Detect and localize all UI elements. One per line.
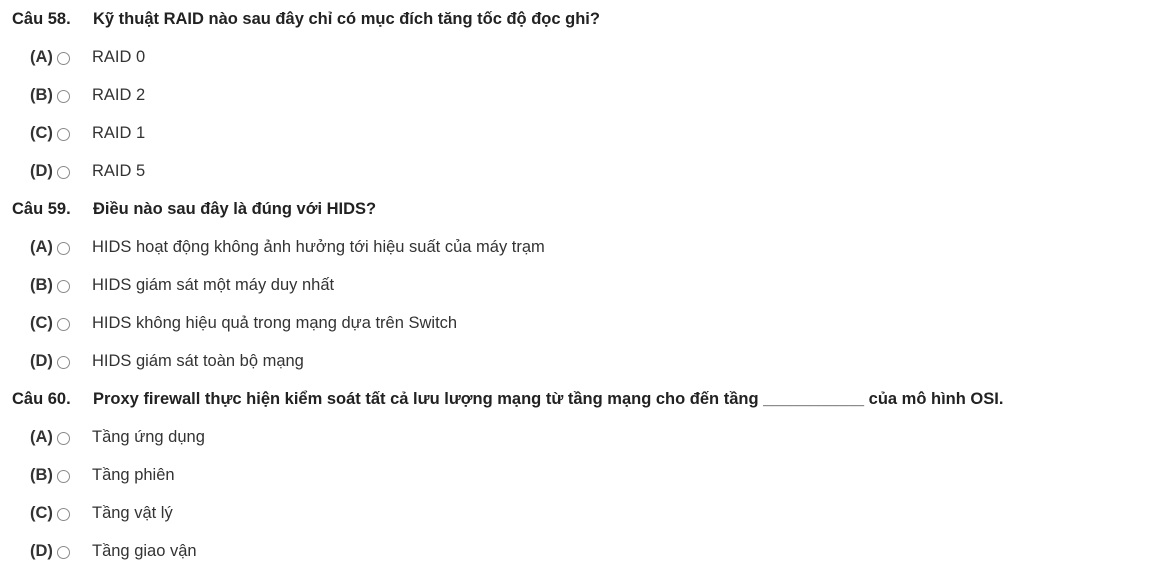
question-number: Câu 59. bbox=[12, 199, 71, 218]
question-text: Điều nào sau đây là đúng với HIDS? bbox=[93, 199, 377, 218]
option-letter: (C) bbox=[30, 123, 53, 142]
radio-button[interactable] bbox=[57, 545, 70, 559]
option-60-d[interactable]: (D) Tầng giao vận bbox=[0, 532, 1158, 570]
radio-button[interactable] bbox=[57, 165, 70, 179]
option-letter: (D) bbox=[30, 541, 53, 560]
option-text: HIDS hoạt động không ảnh hưởng tới hiệu … bbox=[92, 237, 545, 256]
option-59-d[interactable]: (D) HIDS giám sát toàn bộ mạng bbox=[0, 342, 1158, 380]
question-58: Câu 58. Kỹ thuật RAID nào sau đây chỉ có… bbox=[0, 0, 1158, 190]
option-letter: (B) bbox=[30, 85, 53, 104]
radio-button[interactable] bbox=[57, 469, 70, 483]
option-58-a[interactable]: (A) RAID 0 bbox=[0, 38, 1158, 76]
option-text: RAID 2 bbox=[92, 85, 146, 104]
option-text: RAID 1 bbox=[92, 123, 146, 142]
option-60-b[interactable]: (B) Tầng phiên bbox=[0, 456, 1158, 494]
option-letter: (D) bbox=[30, 161, 53, 180]
option-letter: (A) bbox=[30, 427, 53, 446]
radio-button[interactable] bbox=[57, 127, 70, 141]
option-58-b[interactable]: (B) RAID 2 bbox=[0, 76, 1158, 114]
option-text: HIDS giám sát một máy duy nhất bbox=[92, 275, 335, 294]
question-header: Câu 58. Kỹ thuật RAID nào sau đây chỉ có… bbox=[0, 0, 1158, 38]
question-number: Câu 58. bbox=[12, 9, 71, 28]
quiz-container: Câu 58. Kỹ thuật RAID nào sau đây chỉ có… bbox=[0, 0, 1158, 570]
question-60: Câu 60. Proxy firewall thực hiện kiểm so… bbox=[0, 380, 1158, 570]
option-text: Tầng vật lý bbox=[92, 503, 173, 522]
radio-button[interactable] bbox=[57, 507, 70, 521]
option-letter: (C) bbox=[30, 503, 53, 522]
question-header: Câu 60. Proxy firewall thực hiện kiểm so… bbox=[0, 380, 1158, 418]
option-58-c[interactable]: (C) RAID 1 bbox=[0, 114, 1158, 152]
option-text: HIDS giám sát toàn bộ mạng bbox=[92, 351, 304, 370]
radio-button[interactable] bbox=[57, 279, 70, 293]
option-59-b[interactable]: (B) HIDS giám sát một máy duy nhất bbox=[0, 266, 1158, 304]
option-60-a[interactable]: (A) Tầng ứng dụng bbox=[0, 418, 1158, 456]
option-letter: (C) bbox=[30, 313, 53, 332]
radio-button[interactable] bbox=[57, 431, 70, 445]
option-58-d[interactable]: (D) RAID 5 bbox=[0, 152, 1158, 190]
option-text: RAID 0 bbox=[92, 47, 146, 66]
radio-button[interactable] bbox=[57, 241, 70, 255]
option-text: Tầng phiên bbox=[92, 465, 175, 484]
radio-button[interactable] bbox=[57, 317, 70, 331]
question-text: Kỹ thuật RAID nào sau đây chỉ có mục đíc… bbox=[93, 9, 600, 28]
option-letter: (B) bbox=[30, 275, 53, 294]
question-number: Câu 60. bbox=[12, 389, 71, 408]
option-letter: (A) bbox=[30, 237, 53, 256]
option-text: Tầng giao vận bbox=[92, 541, 197, 560]
radio-button[interactable] bbox=[57, 355, 70, 369]
question-header: Câu 59. Điều nào sau đây là đúng với HID… bbox=[0, 190, 1158, 228]
question-59: Câu 59. Điều nào sau đây là đúng với HID… bbox=[0, 190, 1158, 380]
option-letter: (D) bbox=[30, 351, 53, 370]
option-59-a[interactable]: (A) HIDS hoạt động không ảnh hưởng tới h… bbox=[0, 228, 1158, 266]
option-59-c[interactable]: (C) HIDS không hiệu quả trong mạng dựa t… bbox=[0, 304, 1158, 342]
option-letter: (A) bbox=[30, 47, 53, 66]
radio-button[interactable] bbox=[57, 51, 70, 65]
radio-button[interactable] bbox=[57, 89, 70, 103]
question-text: Proxy firewall thực hiện kiểm soát tất c… bbox=[93, 389, 1004, 408]
option-letter: (B) bbox=[30, 465, 53, 484]
option-text: Tầng ứng dụng bbox=[92, 427, 205, 446]
option-text: HIDS không hiệu quả trong mạng dựa trên … bbox=[92, 313, 458, 332]
option-60-c[interactable]: (C) Tầng vật lý bbox=[0, 494, 1158, 532]
option-text: RAID 5 bbox=[92, 161, 146, 180]
